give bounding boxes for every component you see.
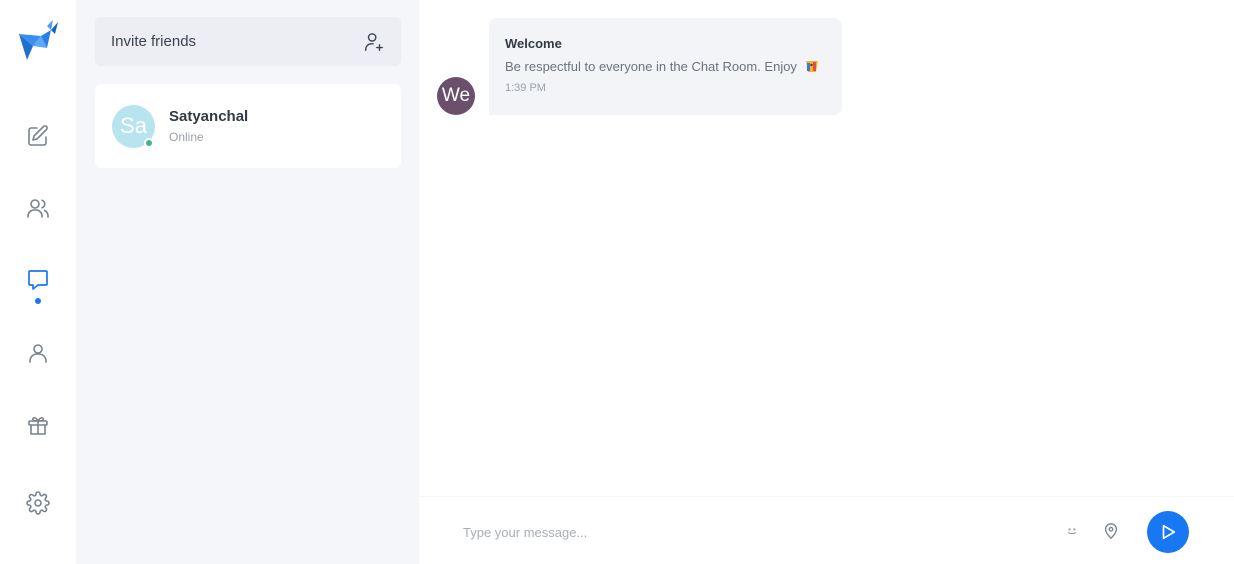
active-indicator bbox=[35, 298, 41, 304]
message-text: Be respectful to everyone in the Chat Ro… bbox=[505, 59, 797, 74]
message-avatar: We bbox=[437, 77, 475, 115]
smile-icon bbox=[1068, 528, 1076, 535]
location-button[interactable] bbox=[1101, 521, 1121, 541]
contacts-nav-button[interactable] bbox=[0, 188, 76, 228]
gift-nav-button[interactable] bbox=[0, 405, 76, 445]
contact-item[interactable]: Sa Satyanchal Online bbox=[95, 84, 401, 168]
message-bubble: Welcome Be respectful to everyone in the… bbox=[489, 18, 842, 115]
invite-friends-button[interactable]: Invite friends bbox=[95, 17, 401, 66]
chats-nav-button[interactable] bbox=[0, 260, 76, 300]
message-sender: Welcome bbox=[505, 36, 562, 51]
message-text-row: Be respectful to everyone in the Chat Ro… bbox=[505, 59, 826, 74]
chat-panel: We Welcome Be respectful to everyone in … bbox=[419, 0, 1234, 564]
avatar: Sa bbox=[112, 104, 155, 148]
contact-status: Online bbox=[169, 130, 204, 144]
send-button[interactable] bbox=[1147, 511, 1189, 553]
gift-icon bbox=[28, 417, 48, 435]
message-composer bbox=[419, 496, 1234, 564]
chat-icon bbox=[28, 270, 48, 290]
party-emoji-icon bbox=[804, 59, 820, 73]
message-input[interactable] bbox=[463, 515, 1023, 549]
contact-name: Satyanchal bbox=[169, 108, 249, 125]
avatar-initials: Sa bbox=[120, 113, 147, 138]
edit-nav-button[interactable] bbox=[0, 116, 76, 156]
users-icon bbox=[27, 199, 49, 218]
add-user-icon bbox=[365, 32, 383, 51]
bird-logo[interactable] bbox=[17, 20, 59, 62]
send-icon bbox=[1162, 524, 1176, 540]
location-pin-icon bbox=[1104, 523, 1118, 539]
emoji-button[interactable] bbox=[1062, 521, 1082, 541]
gear-icon bbox=[26, 491, 50, 515]
invite-friends-label: Invite friends bbox=[111, 33, 197, 50]
icon-rail bbox=[0, 0, 76, 564]
contacts-panel: Invite friends Sa Satyanchal Online bbox=[76, 0, 419, 564]
edit-icon bbox=[28, 125, 48, 146]
profile-nav-button[interactable] bbox=[0, 333, 76, 373]
user-icon bbox=[29, 344, 47, 363]
online-status-dot bbox=[144, 137, 154, 148]
message-avatar-initials: We bbox=[441, 85, 471, 106]
settings-nav-button[interactable] bbox=[0, 483, 76, 523]
message-time: 1:39 PM bbox=[505, 82, 546, 94]
